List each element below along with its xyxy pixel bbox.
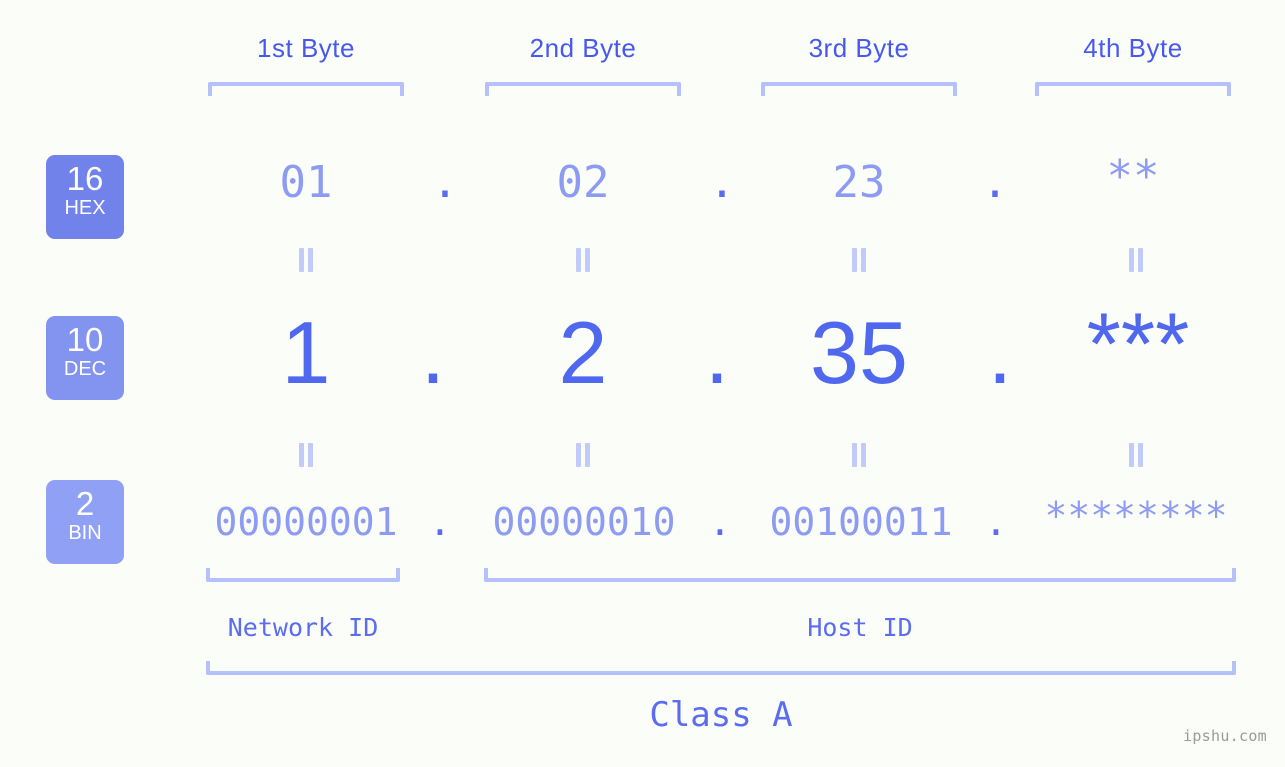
base-badge-bin-number: 2: [75, 485, 95, 522]
hex-byte-2: 02: [556, 157, 610, 208]
hex-separator-3: .: [981, 157, 1009, 208]
class-bracket: [206, 661, 1236, 675]
equals-connector-hex-dec-3: [850, 248, 868, 272]
ip-address-breakdown-diagram: 1st Byte 2nd Byte 3rd Byte 4th Byte 16 H…: [0, 0, 1285, 767]
dec-byte-4: ***: [1086, 294, 1190, 393]
byte-bracket-4: [1035, 82, 1231, 96]
dec-separator-3: .: [987, 303, 1013, 402]
hex-byte-4: **: [1106, 151, 1160, 202]
byte-header-1: 1st Byte: [257, 33, 355, 63]
byte-header-4: 4th Byte: [1083, 33, 1183, 63]
network-id-bracket: [206, 568, 400, 582]
equals-connector-dec-bin-1: [297, 443, 315, 467]
dec-byte-2: 2: [558, 303, 608, 402]
dec-separator-2: .: [704, 303, 730, 402]
host-id-label: Host ID: [807, 613, 913, 642]
hex-byte-3: 23: [832, 157, 886, 208]
equals-connector-hex-dec-1: [297, 248, 315, 272]
hex-separator-1: .: [431, 157, 459, 208]
equals-connector-dec-bin-4: [1127, 443, 1145, 467]
base-badge-bin: 2 BIN: [46, 480, 124, 564]
hex-separator-2: .: [708, 157, 736, 208]
base-badge-dec-label: DEC: [63, 358, 107, 380]
network-id-label: Network ID: [227, 613, 379, 642]
base-badge-bin-label: BIN: [68, 522, 102, 544]
equals-connector-hex-dec-4: [1127, 248, 1145, 272]
bin-separator-1: .: [428, 500, 452, 544]
base-badge-hex-number: 16: [66, 160, 104, 197]
class-label: Class A: [649, 695, 793, 735]
site-watermark: ipshu.com: [1183, 727, 1267, 745]
bin-separator-2: .: [708, 500, 732, 544]
dec-byte-3: 35: [810, 303, 908, 402]
equals-connector-hex-dec-2: [574, 248, 592, 272]
base-badge-dec: 10 DEC: [46, 316, 124, 400]
bin-byte-4: ********: [1044, 494, 1228, 538]
equals-connector-dec-bin-3: [850, 443, 868, 467]
bin-byte-1: 00000001: [214, 500, 398, 544]
dec-separator-1: .: [420, 303, 446, 402]
byte-header-3: 3rd Byte: [808, 33, 910, 63]
byte-bracket-2: [485, 82, 681, 96]
byte-bracket-3: [761, 82, 957, 96]
dec-byte-1: 1: [281, 303, 331, 402]
base-badge-hex: 16 HEX: [46, 155, 124, 239]
host-id-bracket: [484, 568, 1236, 582]
byte-bracket-1: [208, 82, 404, 96]
hex-byte-1: 01: [279, 157, 333, 208]
byte-header-2: 2nd Byte: [529, 33, 637, 63]
bin-byte-3: 00100011: [769, 500, 953, 544]
bin-byte-2: 00000010: [492, 500, 676, 544]
base-badge-hex-label: HEX: [64, 197, 106, 219]
base-badge-dec-number: 10: [66, 321, 104, 358]
equals-connector-dec-bin-2: [574, 443, 592, 467]
bin-separator-3: .: [984, 500, 1008, 544]
